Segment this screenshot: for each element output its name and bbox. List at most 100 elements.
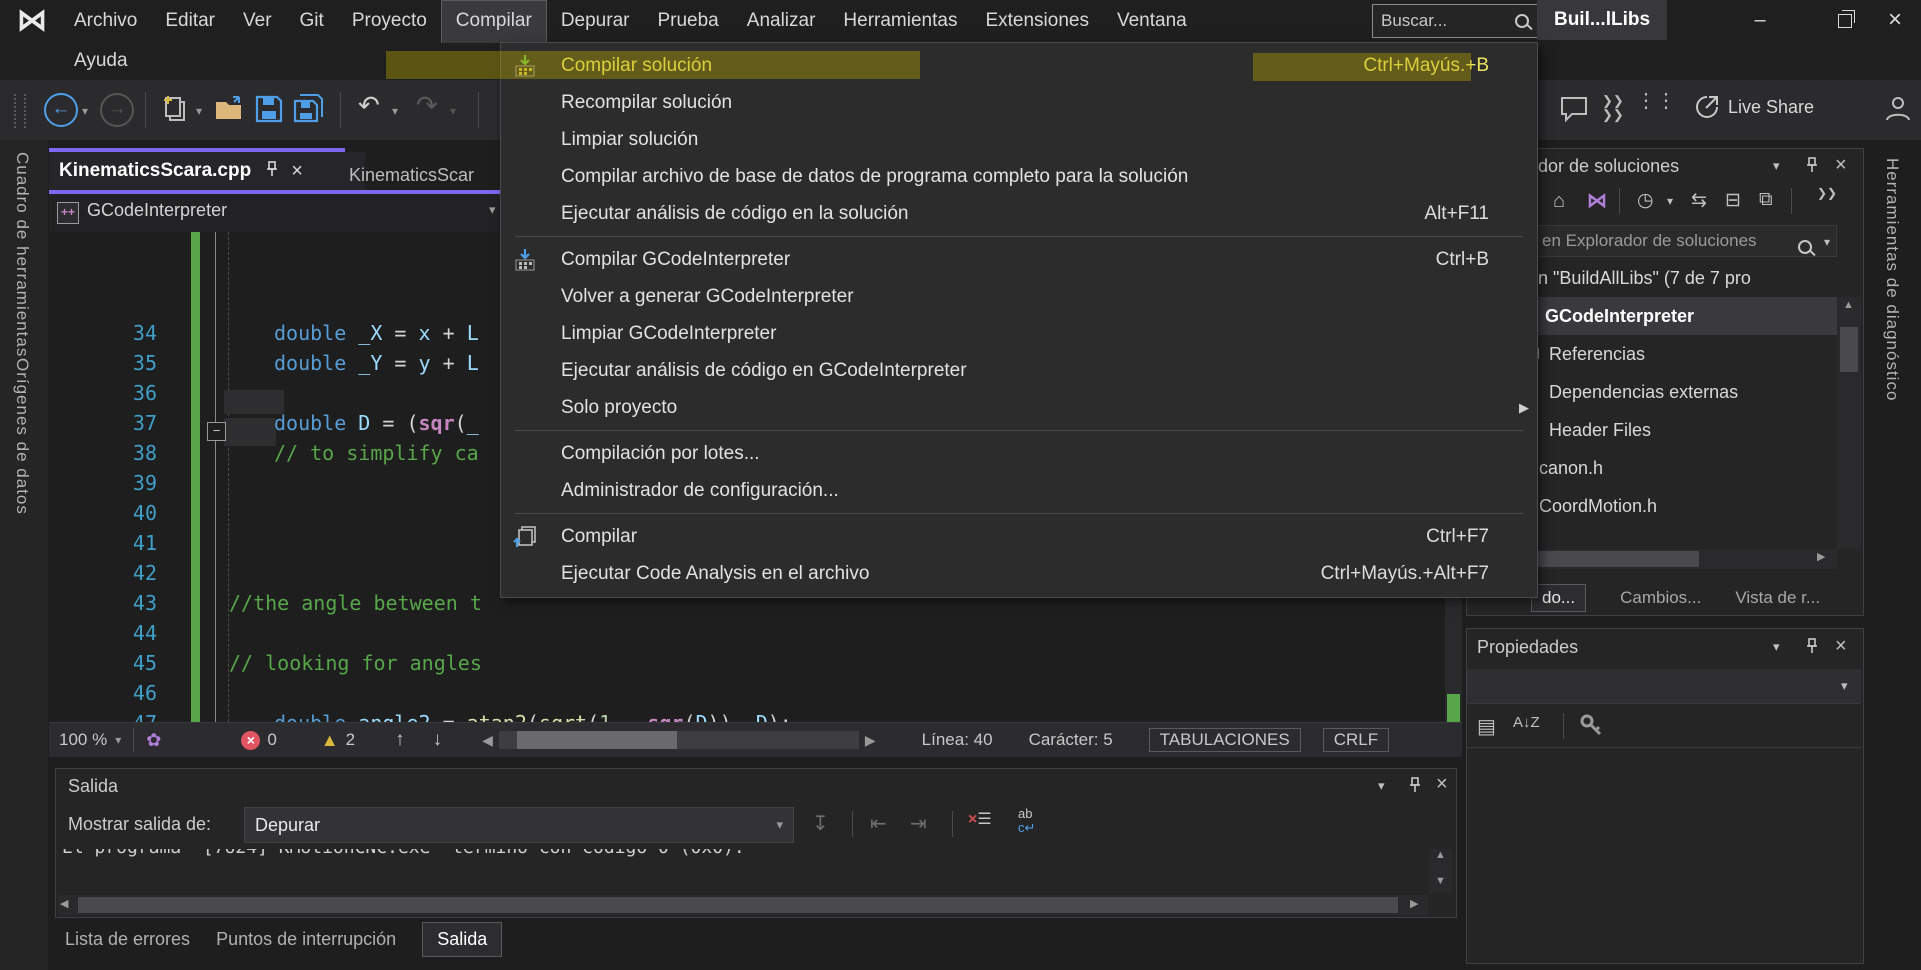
panel-tab-do-[interactable]: do... <box>1531 584 1586 612</box>
scroll-up-icon[interactable]: ▲ <box>1435 849 1446 861</box>
menu-ventana[interactable]: Ventana <box>1103 0 1201 42</box>
tabs-mode-indicator[interactable]: TABULACIONES <box>1149 728 1301 752</box>
collapse-region-icon[interactable]: − <box>207 422 226 441</box>
prev-message-icon[interactable]: ⇤ <box>870 811 887 836</box>
open-folder-icon[interactable] <box>214 94 248 129</box>
sidebar-tab-data-sources[interactable]: Orígenes de datos <box>12 358 32 515</box>
redo-icon[interactable]: ↷ <box>416 90 438 121</box>
bottom-tab-lista-de-errores[interactable]: Lista de errores <box>65 929 190 950</box>
output-text[interactable]: El programa '[7624] KMotionCNC.exe' term… <box>62 849 1422 877</box>
clear-all-icon[interactable]: ×☰ <box>968 809 992 829</box>
save-all-icon[interactable] <box>292 94 326 129</box>
code-suggestions-icon[interactable]: ✿ <box>146 730 161 751</box>
panel-tab-vista-de-r-[interactable]: Vista de r... <box>1735 588 1820 608</box>
hscroll-thumb[interactable] <box>517 731 677 749</box>
feedback-icon[interactable] <box>1560 96 1588 127</box>
account-icon[interactable] <box>1884 94 1912 127</box>
menu-item[interactable]: Volver a generar GCodeInterpreter <box>501 278 1537 315</box>
close-icon[interactable]: × <box>1835 635 1847 658</box>
tree-vertical-scrollbar[interactable]: ▲ <box>1837 297 1861 549</box>
hscroll-right-icon[interactable]: ▶ <box>865 732 876 749</box>
home-icon[interactable]: ⌂ <box>1553 190 1565 213</box>
menu-prueba[interactable]: Prueba <box>643 0 732 42</box>
menu-depurar[interactable]: Depurar <box>547 0 644 42</box>
back-dropdown-icon[interactable]: ▾ <box>82 104 88 118</box>
undo-icon[interactable]: ↶ <box>358 90 380 121</box>
next-message-icon[interactable]: ⇥ <box>910 811 927 836</box>
grid-dots-icon[interactable]: ⋮⋮ <box>1636 94 1676 109</box>
breadcrumb[interactable]: GCodeInterpreter <box>87 200 227 221</box>
scroll-down-icon[interactable]: ▼ <box>1435 875 1446 887</box>
menu-git[interactable]: Git <box>286 0 338 42</box>
menu-herramientas[interactable]: Herramientas <box>829 0 971 42</box>
sidebar-tab-toolbox[interactable]: Cuadro de herramientas <box>12 152 32 357</box>
new-file-dropdown-icon[interactable]: ▾ <box>196 104 202 118</box>
menu-item[interactable]: Ejecutar análisis de código en la soluci… <box>501 195 1537 232</box>
scroll-left-icon[interactable]: ◀ <box>60 897 68 910</box>
menu-item[interactable]: Ejecutar Code Analysis en el archivoCtrl… <box>501 555 1537 592</box>
menu-item[interactable]: Recompilar solución <box>501 84 1537 121</box>
chevron-down-icon[interactable]: ▾ <box>1773 639 1780 655</box>
menu-item[interactable]: Compilación por lotes... <box>501 435 1537 472</box>
save-icon[interactable] <box>254 94 284 129</box>
menu-editar[interactable]: Editar <box>151 0 229 42</box>
goto-message-icon[interactable]: ↧ <box>812 811 829 836</box>
menu-analizar[interactable]: Analizar <box>733 0 830 42</box>
restore-button[interactable] <box>1822 0 1868 40</box>
zoom-dropdown-icon[interactable]: ▾ <box>115 733 121 747</box>
sync-with-active-document-icon[interactable]: ⇆ <box>1691 189 1707 212</box>
overflow-chevrons-icon[interactable]: ❯❯ <box>1817 186 1837 200</box>
error-count[interactable]: × 0 <box>241 730 276 750</box>
menu-archivo[interactable]: Archivo <box>60 0 151 42</box>
pin-icon[interactable] <box>1805 638 1819 659</box>
menu-ver[interactable]: Ver <box>229 0 286 42</box>
output-source-select[interactable]: Depurar ▾ <box>244 807 794 843</box>
back-icon[interactable]: ← <box>44 93 78 127</box>
forward-icon[interactable]: → <box>100 93 134 127</box>
pin-icon[interactable] <box>1408 777 1422 798</box>
prev-issue-icon[interactable]: ↑ <box>395 729 405 751</box>
warning-count[interactable]: ▲ 2 <box>321 730 355 751</box>
menu-item[interactable]: Limpiar GCodeInterpreter <box>501 315 1537 352</box>
menu-item[interactable]: Administrador de configuración... <box>501 472 1537 509</box>
tab-kinematicsscara-h[interactable]: KinematicsScar <box>349 160 501 190</box>
redo-dropdown-icon[interactable]: ▾ <box>450 104 456 118</box>
alphabetical-sort-icon[interactable]: A↓Z <box>1513 714 1540 731</box>
property-pages-icon[interactable] <box>1579 713 1603 742</box>
close-icon[interactable]: × <box>1436 773 1448 796</box>
eol-indicator[interactable]: CRLF <box>1323 728 1389 752</box>
search-input[interactable]: Buscar... <box>1372 4 1538 38</box>
next-issue-icon[interactable]: ↓ <box>433 729 443 751</box>
categorized-icon[interactable]: ▤ <box>1477 714 1496 739</box>
bottom-tab-salida[interactable]: Salida <box>422 922 502 957</box>
menu-item[interactable]: CompilarCtrl+F7 <box>501 518 1537 555</box>
menu-proyecto[interactable]: Proyecto <box>338 0 441 42</box>
breadcrumb-dropdown-icon[interactable]: ▾ <box>489 202 496 218</box>
tab-kinematicsscara-cpp[interactable]: KinematicsScara.cpp × <box>49 152 365 190</box>
word-wrap-icon[interactable]: abc↵ <box>1018 807 1035 835</box>
sidebar-tab-diagnostics[interactable]: Herramientas de diagnóstico <box>1882 158 1902 401</box>
vs-responsive-icon[interactable]: ⋈ <box>1587 188 1607 213</box>
hscroll-left-icon[interactable]: ◀ <box>482 732 493 749</box>
close-button[interactable]: × <box>1872 0 1918 40</box>
pin-icon[interactable] <box>1805 157 1819 178</box>
zoom-level[interactable]: 100 % <box>59 730 107 750</box>
filter-dropdown-icon[interactable]: ▾ <box>1667 194 1673 208</box>
column-indicator[interactable]: Carácter: 5 <box>1029 730 1113 750</box>
close-icon[interactable]: × <box>1835 154 1847 177</box>
chevron-down-icon[interactable]: ▾ <box>1378 778 1385 794</box>
properties-object-combo[interactable]: ▾ <box>1467 669 1861 704</box>
new-file-icon[interactable] <box>160 94 190 129</box>
bottom-tab-puntos-de-interrupci-n[interactable]: Puntos de interrupción <box>216 929 396 950</box>
output-horizontal-scrollbar[interactable]: ◀ ▶ <box>58 895 1428 915</box>
scroll-up-icon[interactable]: ▲ <box>1843 299 1854 311</box>
menu-item[interactable]: Compilar GCodeInterpreterCtrl+B <box>501 241 1537 278</box>
live-share-button[interactable]: Live Share <box>1694 94 1814 120</box>
pending-changes-filter-icon[interactable]: ◷ <box>1637 189 1654 212</box>
menu-extensiones[interactable]: Extensiones <box>971 0 1103 42</box>
scroll-thumb[interactable] <box>78 897 1398 913</box>
menu-compilar[interactable]: Compilar <box>441 0 547 43</box>
collapse-all-icon[interactable]: ⊟ <box>1725 189 1741 212</box>
chevrons-icon[interactable]: ❯❯❯❯ <box>1602 94 1624 122</box>
preserve-hierarchy-icon[interactable]: ⧉ <box>1759 189 1773 211</box>
